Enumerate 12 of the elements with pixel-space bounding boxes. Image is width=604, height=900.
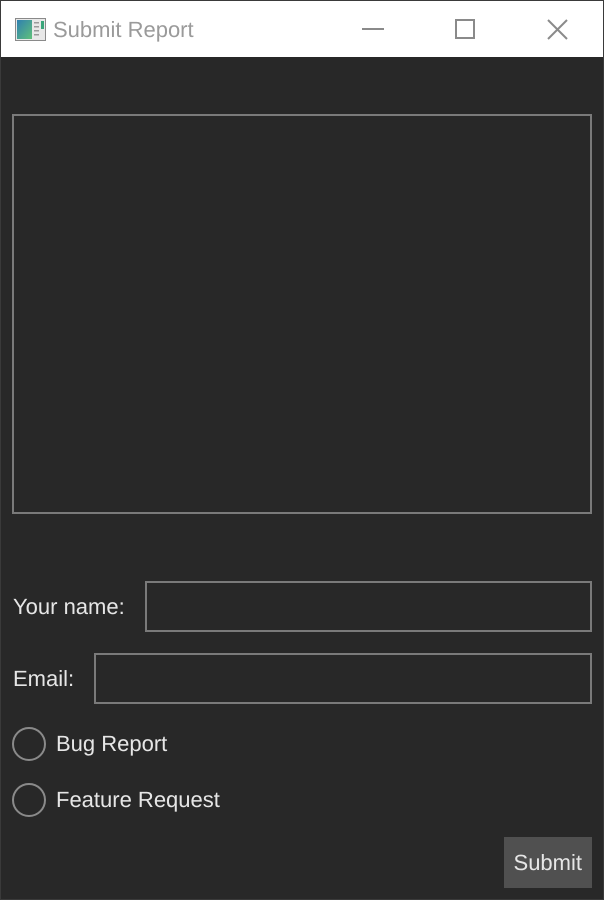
field-label: Your name:	[12, 593, 125, 621]
minimize-icon	[362, 28, 384, 30]
text-field[interactable]	[144, 581, 592, 632]
window-title: Submit Report	[53, 16, 194, 44]
app-window-icon	[15, 18, 46, 40]
field-label: Email:	[12, 665, 74, 693]
radio-option[interactable]: Feature Request	[12, 783, 220, 817]
submit-button[interactable]: Submit	[504, 837, 592, 888]
radio-option[interactable]: Bug Report	[12, 727, 168, 761]
close-icon	[546, 18, 568, 40]
text-field[interactable]	[94, 653, 592, 704]
maximize-icon	[455, 19, 475, 39]
